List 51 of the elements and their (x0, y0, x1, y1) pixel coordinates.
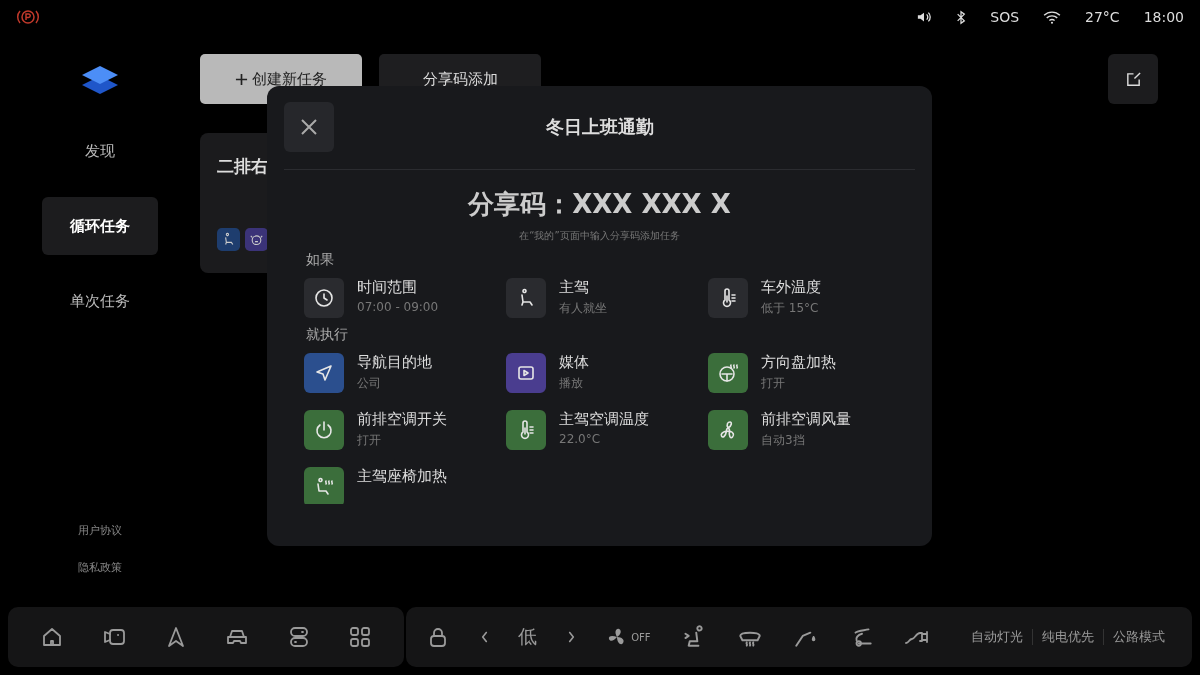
item-detail: 22.0°C (559, 432, 602, 446)
clock-time: 18:00 (1143, 9, 1184, 25)
item-detail: 低于 15°C (761, 300, 820, 317)
item-title: 车外温度 (761, 278, 821, 297)
chevron-left-icon[interactable] (479, 630, 489, 644)
mode-toggle[interactable]: 自动灯光 (962, 628, 1032, 646)
item-title: 主驾 (559, 278, 590, 297)
edit-button[interactable] (1108, 54, 1158, 104)
item-title: 主驾座椅加热 (357, 467, 447, 486)
section-heading: 如果 (306, 251, 335, 269)
volume-icon[interactable] (916, 10, 933, 24)
sos-label: SOS (990, 9, 1020, 25)
item-detail: 播放 (559, 375, 584, 392)
item-title: 方向盘加热 (761, 353, 836, 372)
close-icon (299, 117, 319, 137)
item-detail: 打开 (761, 375, 786, 392)
item-detail: 打开 (357, 432, 382, 449)
mode-toggle[interactable]: 公路模式 (1104, 628, 1174, 646)
share-code: 分享码：XXX XXX X (466, 188, 732, 221)
item-title: 时间范围 (357, 278, 418, 297)
parking-brake-icon (16, 7, 40, 27)
item-title: 主驾空调温度 (559, 410, 649, 429)
close-button[interactable] (284, 102, 334, 152)
item-title: 媒体 (559, 353, 589, 372)
edit-icon (1124, 70, 1142, 88)
sidebar-tab[interactable]: 循环任务 (42, 197, 158, 255)
bluetooth-icon[interactable] (956, 9, 967, 25)
share-hint: 在“我的”页面中输入分享码添加任务 (518, 229, 681, 243)
item-detail: 公司 (357, 375, 382, 392)
mode-toggle[interactable]: 纯电优先 (1033, 628, 1103, 646)
task-title: 二排右 (217, 155, 269, 178)
sidebar-tab[interactable]: 单次任务 (42, 272, 158, 330)
item-title: 前排空调开关 (357, 410, 447, 429)
item-title: 前排空调风量 (761, 410, 851, 429)
item-title: 导航目的地 (357, 353, 432, 372)
plus-icon (235, 72, 248, 86)
temperature-label: 27°C (1085, 9, 1120, 25)
footer-link[interactable]: 用户协议 (78, 523, 122, 538)
section-heading: 就执行 (306, 326, 349, 344)
wifi-icon[interactable] (1043, 10, 1062, 24)
dialog-title: 冬日上班通勤 (545, 115, 654, 139)
fan-speed-label: 低 (518, 624, 538, 649)
item-detail: 有人就坐 (559, 300, 607, 317)
fan-button[interactable]: OFF (605, 625, 651, 649)
chevron-right-icon[interactable] (566, 630, 576, 644)
sidebar-tab[interactable]: 发现 (42, 122, 158, 180)
item-detail: 07:00 - 09:00 (357, 300, 439, 314)
footer-link[interactable]: 隐私政策 (78, 560, 122, 575)
item-detail: 自动3挡 (761, 432, 806, 449)
fan-state-label: OFF (631, 631, 651, 643)
apps-grid-icon[interactable] (347, 625, 372, 649)
